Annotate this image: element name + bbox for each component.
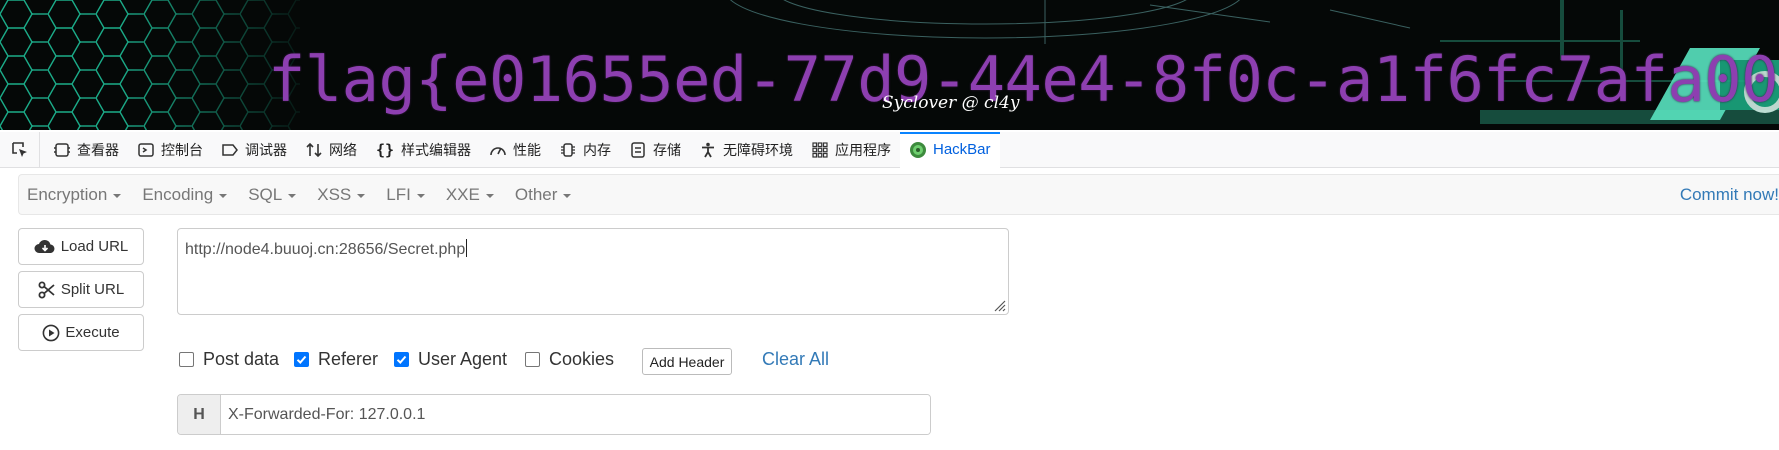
menu-xss[interactable]: XSS <box>309 185 374 205</box>
menu-sql[interactable]: SQL <box>240 185 305 205</box>
resize-grip-icon[interactable] <box>992 298 1006 312</box>
network-icon <box>305 141 323 159</box>
accessibility-icon <box>699 141 717 159</box>
style-editor-icon: {} <box>375 140 395 159</box>
cookies-option[interactable]: Cookies <box>525 349 614 370</box>
tab-inspector[interactable]: 查看器 <box>44 132 128 168</box>
clear-all-link[interactable]: Clear All <box>762 349 829 370</box>
text-caret <box>466 239 468 257</box>
tab-label: 查看器 <box>77 142 119 159</box>
user-agent-checkbox[interactable] <box>394 352 409 367</box>
caret-down-icon <box>563 193 572 198</box>
memory-icon <box>559 141 577 159</box>
add-header-button[interactable]: Add Header <box>642 348 732 375</box>
debugger-icon <box>221 141 239 159</box>
element-picker-button[interactable] <box>0 131 40 168</box>
menu-label: SQL <box>248 184 283 204</box>
caret-down-icon <box>219 193 228 198</box>
user-agent-label: User Agent <box>418 349 508 369</box>
header-input-group: H X-Forwarded-For: 127.0.0.1 <box>177 394 931 435</box>
credit-text: Syclover @ cl4y <box>882 93 1020 113</box>
checkmark-icon <box>396 355 407 364</box>
tab-label: 调试器 <box>245 142 287 159</box>
tab-label: 性能 <box>513 142 541 159</box>
tab-label: 存储 <box>653 142 681 159</box>
menu-label: Encryption <box>27 184 108 204</box>
menu-label: XXE <box>445 184 480 204</box>
tab-performance[interactable]: 性能 <box>480 132 550 168</box>
hackbar-menubar: Encryption Encoding SQL XSS LFI XXE Othe… <box>18 174 1779 215</box>
split-url-label: Split URL <box>60 281 125 298</box>
tab-label: 样式编辑器 <box>401 142 471 159</box>
hackbar-icon <box>909 141 927 159</box>
menu-encoding[interactable]: Encoding <box>134 185 236 205</box>
user-agent-option[interactable]: User Agent <box>394 349 507 370</box>
flag-text: flag{e01655ed-77d9-44e4-8f0c-a1f6fc7afa0… <box>268 43 1779 116</box>
cookies-label: Cookies <box>549 349 615 369</box>
checkmark-icon <box>296 355 307 364</box>
tab-label: HackBar <box>933 141 991 158</box>
console-icon <box>137 141 155 159</box>
storage-icon <box>629 141 647 159</box>
caret-down-icon <box>288 193 297 198</box>
tab-application[interactable]: 应用程序 <box>802 132 900 168</box>
referer-checkbox[interactable] <box>294 352 309 367</box>
menu-label: Encoding <box>142 184 214 204</box>
tab-label: 无障碍环境 <box>723 142 793 159</box>
tab-hackbar[interactable]: HackBar <box>900 131 1000 168</box>
url-text: http://node4.buuoj.cn:28656/Secret.php <box>185 241 466 258</box>
referer-option[interactable]: Referer <box>294 349 378 370</box>
commit-now-link[interactable]: Commit now! <box>1680 185 1779 205</box>
tab-debugger[interactable]: 调试器 <box>212 132 296 168</box>
menu-encryption[interactable]: Encryption <box>19 185 130 205</box>
tab-label: 网络 <box>329 142 357 159</box>
cloud-download-icon <box>34 239 55 253</box>
header-addon: H <box>178 395 221 434</box>
post-data-option[interactable]: Post data <box>179 349 279 370</box>
tab-console[interactable]: 控制台 <box>128 132 212 168</box>
execute-label: Execute <box>65 324 120 341</box>
menu-lfi[interactable]: LFI <box>378 185 434 205</box>
caret-down-icon <box>113 193 122 198</box>
split-url-button[interactable]: Split URL <box>18 271 144 308</box>
tab-style-editor[interactable]: {} 样式编辑器 <box>366 132 480 168</box>
caret-down-icon <box>485 193 494 198</box>
inspector-icon <box>53 141 71 159</box>
caret-down-icon <box>416 193 425 198</box>
play-circle-icon <box>42 324 60 341</box>
menu-other[interactable]: Other <box>507 185 581 205</box>
tab-accessibility[interactable]: 无障碍环境 <box>690 132 802 168</box>
tab-network[interactable]: 网络 <box>296 132 366 168</box>
execute-button[interactable]: Execute <box>18 314 144 351</box>
menu-xxe[interactable]: XXE <box>438 185 503 205</box>
load-url-label: Load URL <box>60 238 129 255</box>
tab-label: 应用程序 <box>835 142 891 159</box>
menu-label: Other <box>514 184 558 204</box>
load-url-button[interactable]: Load URL <box>18 228 144 265</box>
url-textarea[interactable]: http://node4.buuoj.cn:28656/Secret.php <box>177 228 1009 315</box>
post-data-checkbox[interactable] <box>179 352 194 367</box>
referer-label: Referer <box>318 349 379 369</box>
element-picker-icon <box>11 141 27 157</box>
post-data-label: Post data <box>203 349 280 369</box>
tab-label: 控制台 <box>161 142 203 159</box>
scissors-icon <box>38 281 55 298</box>
devtools-toolbar: 查看器 控制台 调试器 网络 {} 样式编辑器 性能 内存 存储 无障碍环境 应… <box>0 131 1779 168</box>
caret-down-icon <box>357 193 366 198</box>
cookies-checkbox[interactable] <box>525 352 540 367</box>
application-icon <box>811 141 829 159</box>
tab-memory[interactable]: 内存 <box>550 132 620 168</box>
performance-icon <box>489 141 507 159</box>
menu-label: LFI <box>386 184 411 204</box>
tab-label: 内存 <box>583 142 611 159</box>
header-input[interactable]: X-Forwarded-For: 127.0.0.1 <box>221 395 930 434</box>
tab-storage[interactable]: 存储 <box>620 132 690 168</box>
menu-label: XSS <box>317 184 352 204</box>
page-banner: flag{e01655ed-77d9-44e4-8f0c-a1f6fc7afa0… <box>0 0 1779 130</box>
